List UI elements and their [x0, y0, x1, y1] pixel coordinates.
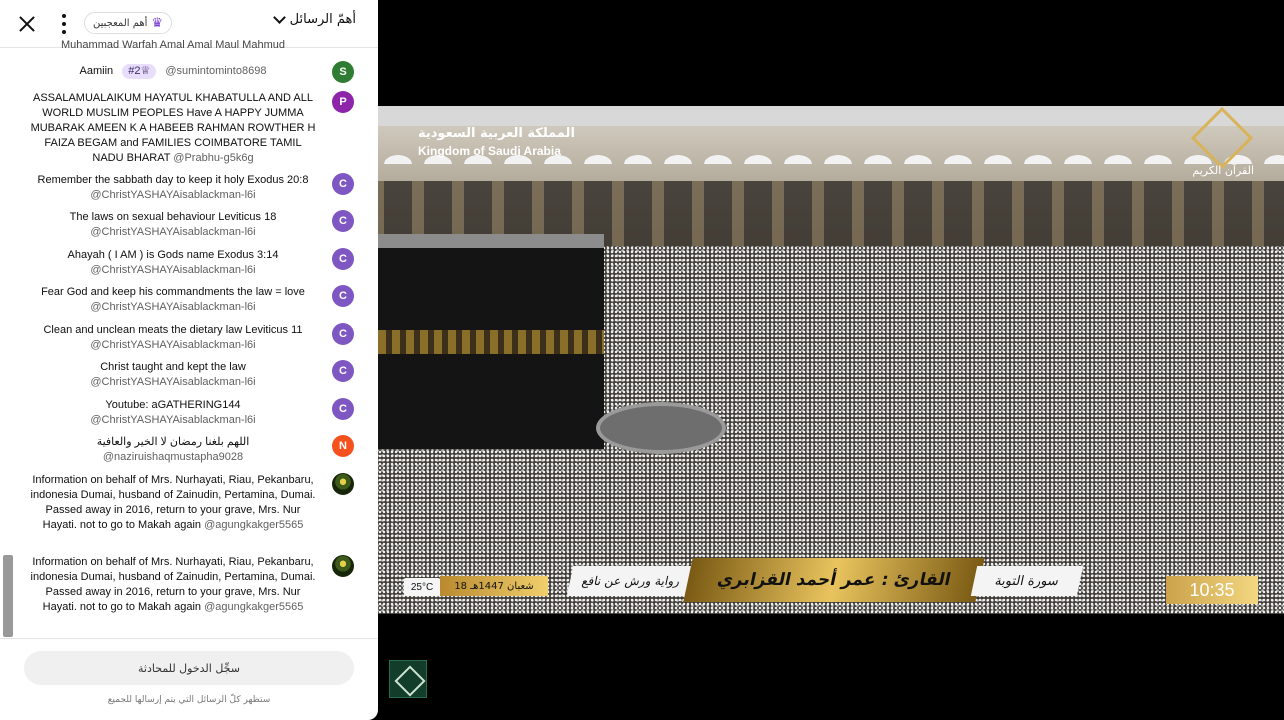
avatar[interactable]: C: [332, 285, 354, 307]
kaaba: [378, 234, 604, 449]
message-list[interactable]: Muhammad Warfah Amal Amal Maul Mahmud Aa…: [0, 38, 378, 638]
channel-name: القرآن الكريم: [1192, 164, 1254, 177]
avatar[interactable]: [332, 473, 354, 495]
avatar[interactable]: P: [332, 91, 354, 113]
message-text: Clean and unclean meats the dietary law …: [43, 324, 303, 336]
top-donors-button[interactable]: أهم المعجبين ♛: [84, 12, 173, 34]
avatar[interactable]: [332, 555, 354, 577]
chat-message: Fear God and keep his commandments the l…: [28, 285, 318, 315]
message-author[interactable]: @ChristYASHAYAisablackman-l6i: [90, 339, 255, 351]
chevron-down-icon: [272, 11, 286, 24]
crown-icon: ♛: [151, 15, 164, 31]
message-author[interactable]: @agungkakger5565: [204, 519, 303, 531]
message-text: Youtube: aGATHERING144: [105, 399, 241, 411]
chat-mode-dropdown[interactable]: أهمّ الرسائل: [272, 11, 356, 27]
message-author[interactable]: @ChristYASHAYAisablackman-l6i: [90, 226, 255, 238]
signin-to-chat-button[interactable]: سجِّل الدخول للمحادثة: [24, 651, 354, 685]
avatar[interactable]: C: [332, 398, 354, 420]
watermark-logo-icon: [389, 660, 427, 698]
avatar[interactable]: C: [332, 323, 354, 345]
chat-message: Christ taught and kept the law @ChristYA…: [28, 360, 318, 390]
maqam-enclosure: [596, 402, 726, 454]
avatar[interactable]: C: [332, 210, 354, 232]
chat-footer: سجِّل الدخول للمحادثة ستظهر كلّ الرسائل …: [0, 638, 378, 720]
qari-label: القارئ : عمر أحمد القزابري: [683, 558, 985, 602]
chat-message: Information on behalf of Mrs. Nurhayati,…: [28, 555, 318, 615]
avatar[interactable]: C: [332, 173, 354, 195]
avatar[interactable]: N: [332, 435, 354, 457]
message-author[interactable]: @ChristYASHAYAisablackman-l6i: [90, 264, 255, 276]
donors-label: أهم المعجبين: [93, 17, 148, 29]
lower-third: 25°C 18 شعبان 1447هـ رواية ورش عن نافع ا…: [378, 558, 1284, 612]
partial-message: Muhammad Warfah Amal Amal Maul Mahmud: [61, 39, 285, 51]
message-text: Ahayah ( I AM ) is Gods name Exodus 3:14: [67, 249, 279, 261]
chat-message: ASSALAMUALAIKUM HAYATUL KHABATULLA AND A…: [28, 91, 318, 166]
chat-scrollbar[interactable]: [3, 555, 13, 637]
message-author[interactable]: @Prabhu-g5k6g: [173, 152, 253, 164]
more-options-icon[interactable]: [56, 13, 72, 35]
message-text: اللهم بلغنا رمضان لا الخير والعافية: [96, 436, 250, 448]
message-text: Aamiin: [79, 65, 114, 77]
message-text: Remember the sabbath day to keep it holy…: [37, 174, 309, 186]
video-player[interactable]: المملكة العربية السعودية Kingdom of Saud…: [378, 106, 1284, 614]
message-author[interactable]: @ChristYASHAYAisablackman-l6i: [90, 376, 255, 388]
chat-title: أهمّ الرسائل: [289, 12, 356, 27]
message-author[interactable]: @naziruishaqmustapha9028: [103, 451, 243, 463]
message-author[interactable]: @sumintominto8698: [165, 65, 266, 77]
chat-message: اللهم بلغنا رمضان لا الخير والعافية @naz…: [28, 435, 318, 465]
avatar[interactable]: C: [332, 360, 354, 382]
close-icon[interactable]: [16, 13, 38, 35]
riwaya-label: رواية ورش عن نافع: [566, 566, 696, 596]
temperature: 25°C: [404, 578, 440, 596]
chat-message: Youtube: aGATHERING144 @ChristYASHAYAisa…: [28, 398, 318, 428]
message-author[interactable]: @agungkakger5565: [204, 601, 303, 613]
chat-message: Clean and unclean meats the dietary law …: [28, 323, 318, 353]
message-text: Christ taught and kept the law: [100, 361, 246, 373]
chat-message: Remember the sabbath day to keep it holy…: [28, 173, 318, 203]
message-text: Fear God and keep his commandments the l…: [41, 286, 305, 298]
live-chat-panel: أهم المعجبين ♛ أهمّ الرسائل Muhammad War…: [0, 0, 378, 720]
clock: 10:35: [1166, 576, 1258, 604]
message-author[interactable]: @ChristYASHAYAisablackman-l6i: [90, 414, 255, 426]
broadcaster-logo-english: Kingdom of Saudi Arabia: [418, 144, 561, 158]
screen: أهم المعجبين ♛ أهمّ الرسائل Muhammad War…: [0, 0, 1284, 720]
member-badge: #2♕: [122, 64, 157, 79]
chat-footnote: ستظهر كلّ الرسائل التي يتم إرسالها للجمي…: [107, 695, 271, 705]
broadcaster-logo-arabic: المملكة العربية السعودية: [418, 126, 575, 141]
message-text: The laws on sexual behaviour Leviticus 1…: [69, 211, 277, 223]
surah-label: سورة التوبة: [970, 566, 1084, 596]
message-author[interactable]: @ChristYASHAYAisablackman-l6i: [90, 189, 255, 201]
avatar[interactable]: C: [332, 248, 354, 270]
chat-message: Aamiin #2♕ @sumintominto8698: [28, 64, 318, 79]
avatar[interactable]: S: [332, 61, 354, 83]
message-author[interactable]: @ChristYASHAYAisablackman-l6i: [90, 301, 255, 313]
chat-message: Information on behalf of Mrs. Nurhayati,…: [28, 473, 318, 533]
chat-message: Ahayah ( I AM ) is Gods name Exodus 3:14…: [28, 248, 318, 278]
kaaba-band: [378, 330, 604, 354]
chat-message: The laws on sexual behaviour Leviticus 1…: [28, 210, 318, 240]
hijri-date: 18 شعبان 1447هـ: [440, 576, 548, 596]
